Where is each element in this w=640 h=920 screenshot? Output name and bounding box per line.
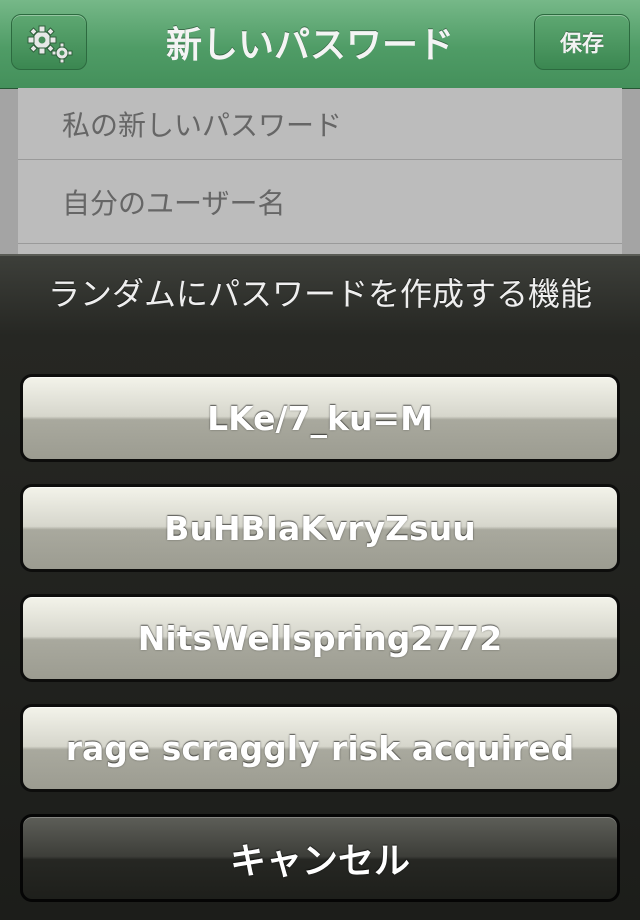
gear-icon [27, 25, 73, 63]
action-sheet: ランダムにパスワードを作成する機能 LKe/7_ku=M BuHBIaKvryZ… [0, 254, 640, 920]
password-option-3[interactable]: NitsWellspring2772 [20, 594, 620, 682]
password-option-4[interactable]: rage scraggly risk acquired [20, 704, 620, 792]
settings-button[interactable] [11, 14, 87, 70]
save-button[interactable]: 保存 [534, 14, 630, 70]
action-sheet-title: ランダムにパスワードを作成する機能 [47, 275, 592, 313]
navigation-bar: 新しいパスワード 保存 [0, 0, 640, 89]
dim-overlay [0, 88, 640, 268]
cancel-button[interactable]: キャンセル [20, 814, 620, 902]
password-option-2[interactable]: BuHBIaKvryZsuu [20, 484, 620, 572]
page-title: 新しいパスワード [165, 25, 454, 66]
password-option-1[interactable]: LKe/7_ku=M [20, 374, 620, 462]
